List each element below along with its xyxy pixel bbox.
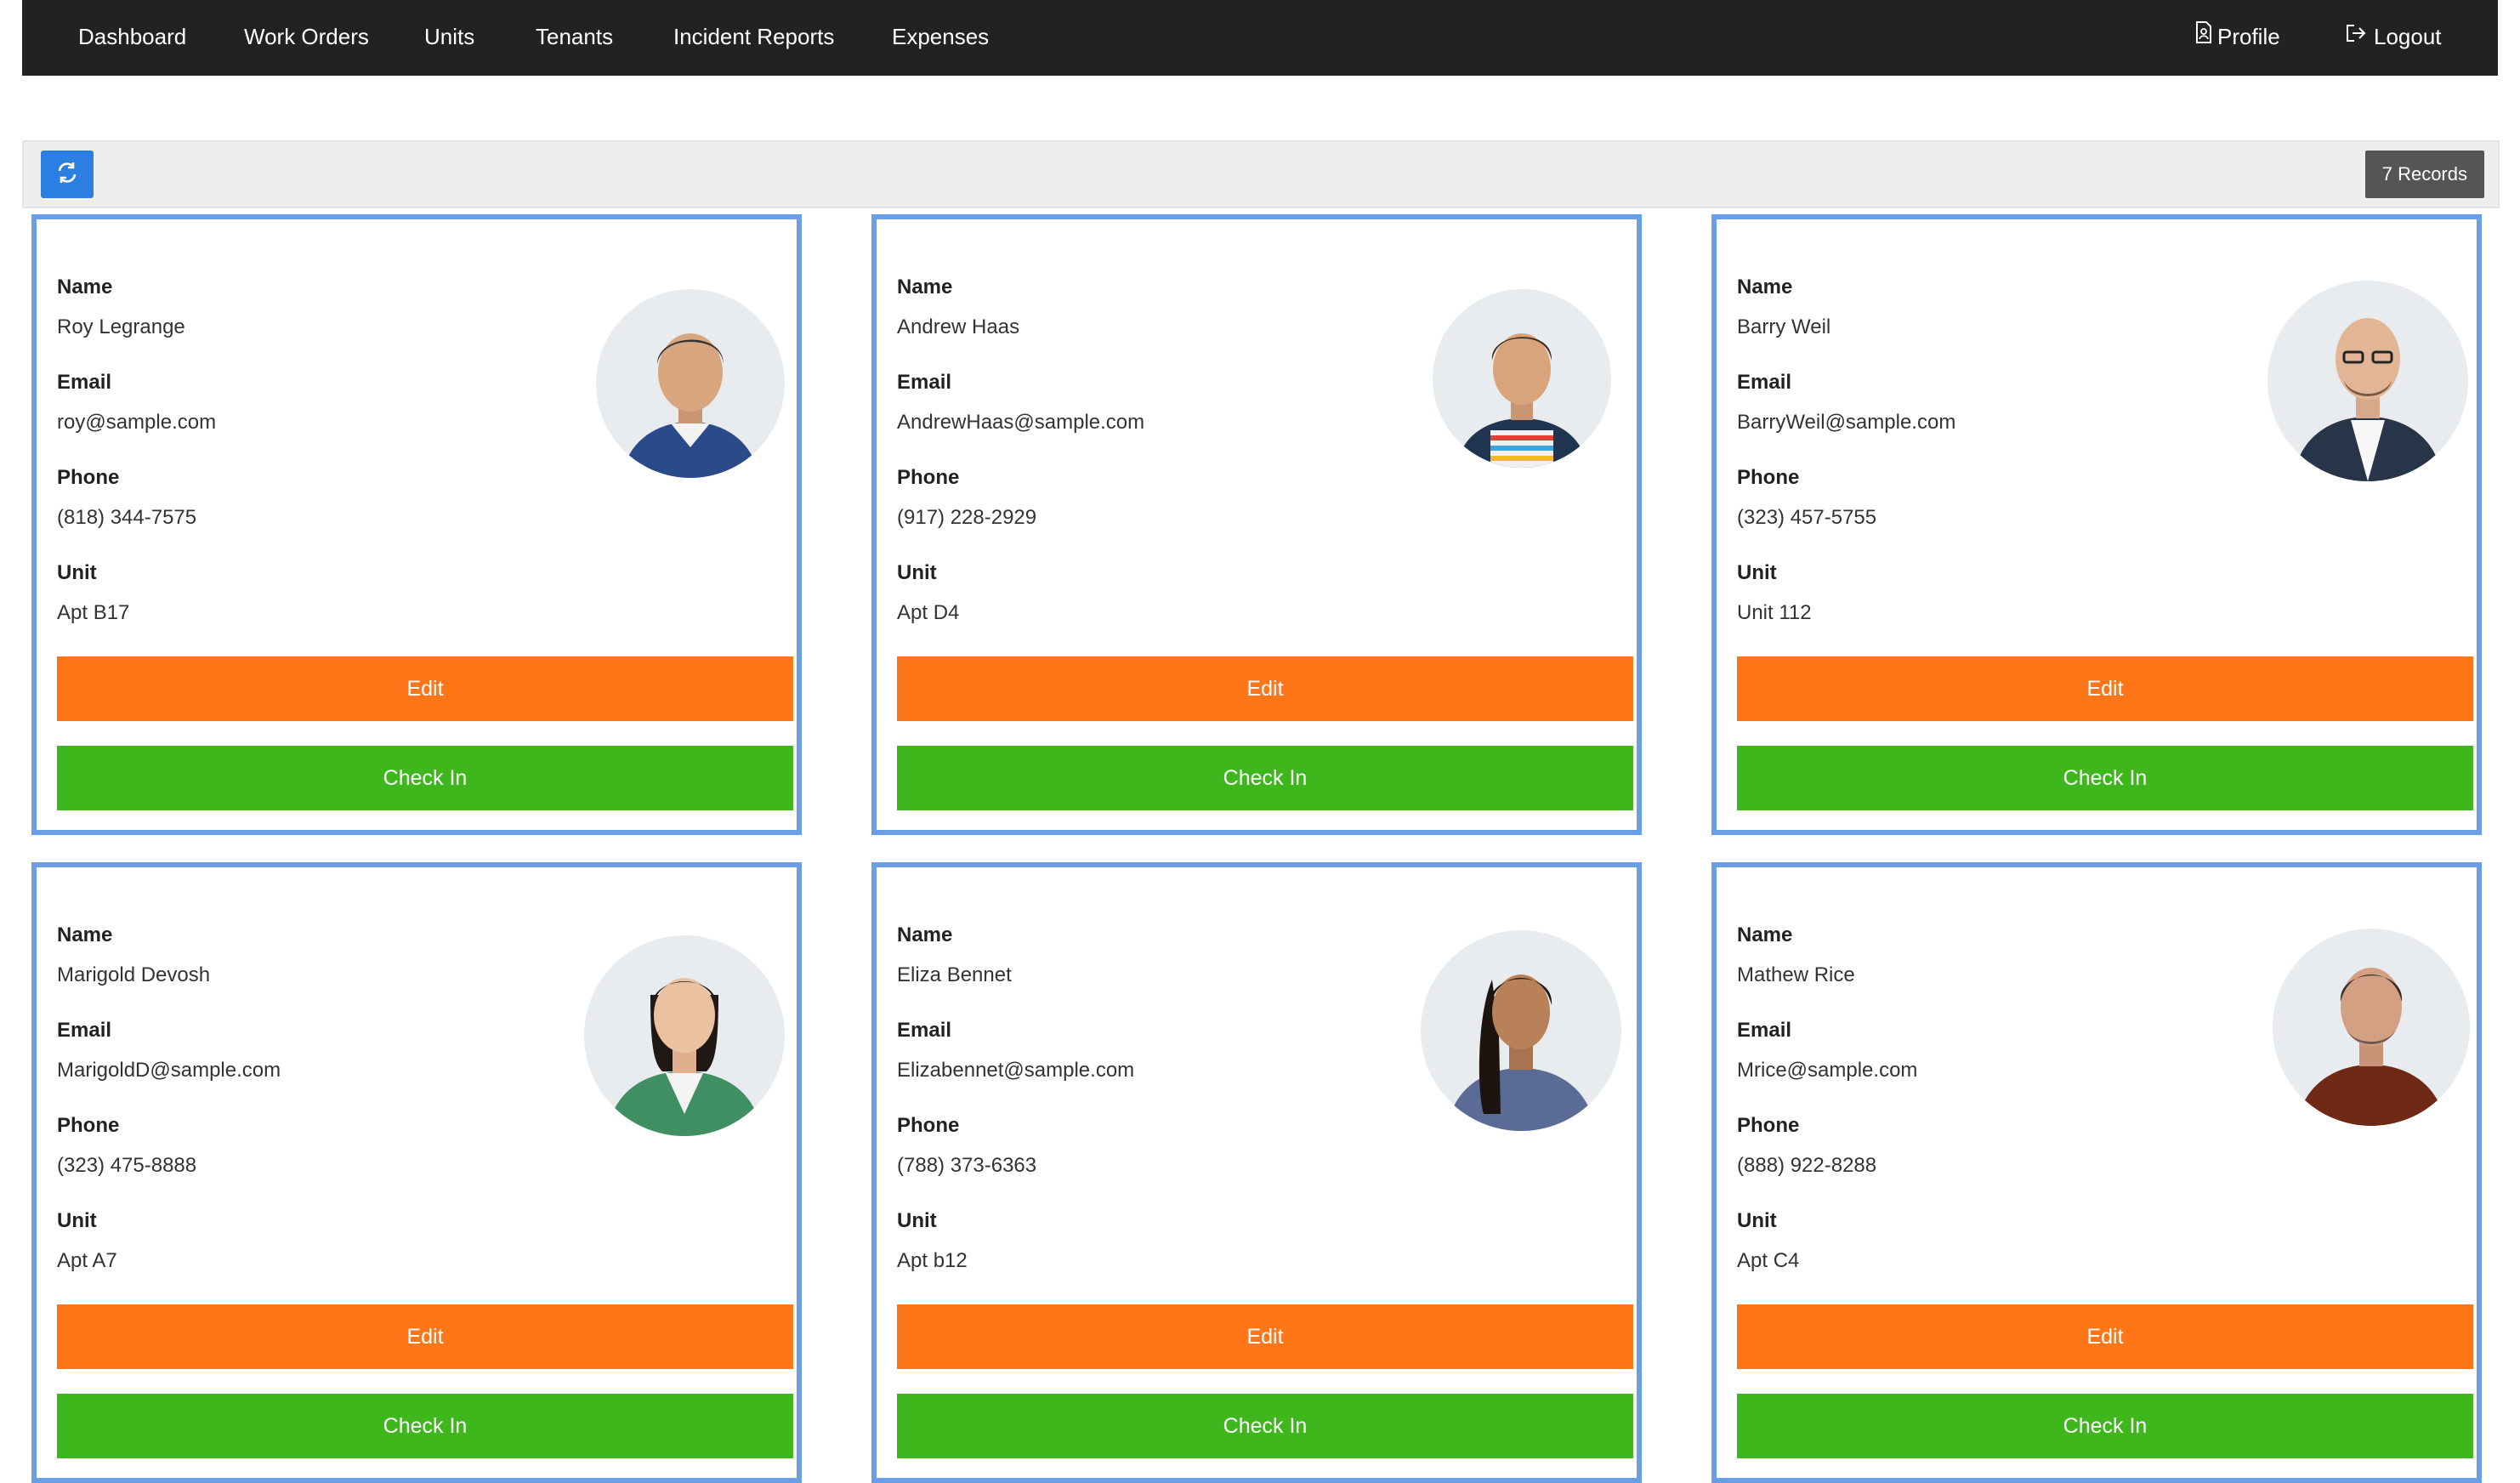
unit-label: Unit	[1737, 561, 1777, 584]
records-count-badge: 7 Records	[2364, 151, 2484, 198]
nav-incident-reports[interactable]: Incident Reports	[673, 0, 834, 76]
tenant-name: Mathew Rice	[1737, 963, 1855, 986]
check-in-button[interactable]: Check In	[57, 746, 793, 810]
phone-label: Phone	[1737, 1114, 1800, 1137]
records-toolbar: 7 Records	[22, 140, 2500, 208]
nav-tenants[interactable]: Tenants	[536, 0, 613, 76]
tenant-card: Name Roy Legrange Email roy@sample.com P…	[31, 214, 802, 835]
refresh-button[interactable]	[41, 151, 94, 198]
email-label: Email	[1737, 371, 1792, 394]
tenant-email: BarryWeil@sample.com	[1737, 411, 1956, 434]
tenant-name: Barry Weil	[1737, 315, 1831, 338]
edit-button[interactable]: Edit	[897, 656, 1633, 721]
edit-button[interactable]: Edit	[1737, 1304, 2473, 1369]
nav-expenses[interactable]: Expenses	[892, 0, 989, 76]
nav-units[interactable]: Units	[424, 0, 474, 76]
refresh-icon	[54, 160, 80, 190]
tenant-phone: (888) 922-8288	[1737, 1154, 1877, 1177]
profile-label: Profile	[2217, 24, 2280, 49]
tenant-unit: Apt A7	[57, 1249, 117, 1272]
check-in-button[interactable]: Check In	[57, 1394, 793, 1458]
tenant-avatar	[596, 289, 785, 478]
edit-button[interactable]: Edit	[1737, 656, 2473, 721]
tenant-email: AndrewHaas@sample.com	[897, 411, 1145, 434]
email-label: Email	[57, 1019, 112, 1042]
tenant-name: Eliza Bennet	[897, 963, 1012, 986]
phone-label: Phone	[57, 466, 120, 489]
tenant-unit: Apt D4	[897, 601, 960, 624]
email-label: Email	[897, 371, 952, 394]
phone-label: Phone	[897, 1114, 960, 1137]
edit-button[interactable]: Edit	[897, 1304, 1633, 1369]
tenant-phone: (323) 475-8888	[57, 1154, 197, 1177]
profile-document-icon	[2195, 0, 2212, 72]
tenant-email: Mrice@sample.com	[1737, 1059, 1918, 1082]
unit-label: Unit	[897, 1209, 937, 1232]
name-label: Name	[1737, 923, 1793, 946]
tenant-email: MarigoldD@sample.com	[57, 1059, 281, 1082]
tenant-card: Name Andrew Haas Email AndrewHaas@sample…	[871, 214, 1642, 835]
name-label: Name	[57, 923, 113, 946]
phone-label: Phone	[1737, 466, 1800, 489]
unit-label: Unit	[1737, 1209, 1777, 1232]
tenant-unit: Apt B17	[57, 601, 130, 624]
tenant-card: Name Mathew Rice Email Mrice@sample.com …	[1711, 862, 2482, 1483]
email-label: Email	[1737, 1019, 1792, 1042]
check-in-button[interactable]: Check In	[897, 1394, 1633, 1458]
edit-button[interactable]: Edit	[57, 656, 793, 721]
profile-link[interactable]: Profile	[2195, 0, 2280, 76]
tenant-unit: Unit 112	[1737, 601, 1812, 624]
tenant-phone: (788) 373-6363	[897, 1154, 1037, 1177]
tenant-name: Marigold Devosh	[57, 963, 211, 986]
tenant-email: roy@sample.com	[57, 411, 217, 434]
tenant-card: Name Eliza Bennet Email Elizabennet@samp…	[871, 862, 1642, 1483]
tenant-email: Elizabennet@sample.com	[897, 1059, 1135, 1082]
logout-label: Logout	[2374, 24, 2442, 49]
tenant-card: Name Barry Weil Email BarryWeil@sample.c…	[1711, 214, 2482, 835]
unit-label: Unit	[897, 561, 937, 584]
email-label: Email	[897, 1019, 952, 1042]
tenant-phone: (818) 344-7575	[57, 506, 197, 529]
tenant-avatar	[2267, 281, 2468, 481]
logout-link[interactable]: Logout	[2345, 0, 2442, 76]
tenant-unit: Apt C4	[1737, 1249, 1800, 1272]
tenant-phone: (917) 228-2929	[897, 506, 1037, 529]
tenant-unit: Apt b12	[897, 1249, 968, 1272]
name-label: Name	[897, 923, 953, 946]
tenant-avatar	[584, 935, 785, 1136]
nav-work-orders[interactable]: Work Orders	[244, 0, 369, 76]
name-label: Name	[897, 276, 953, 298]
tenant-name: Andrew Haas	[897, 315, 1020, 338]
email-label: Email	[57, 371, 112, 394]
tenant-avatar	[2273, 929, 2470, 1126]
tenant-avatar	[1433, 289, 1611, 468]
unit-label: Unit	[57, 561, 97, 584]
tenant-phone: (323) 457-5755	[1737, 506, 1877, 529]
check-in-button[interactable]: Check In	[897, 746, 1633, 810]
tenant-avatar	[1421, 930, 1621, 1131]
nav-dashboard[interactable]: Dashboard	[78, 0, 186, 76]
logout-icon	[2345, 0, 2369, 72]
edit-button[interactable]: Edit	[57, 1304, 793, 1369]
check-in-button[interactable]: Check In	[1737, 746, 2473, 810]
top-navbar: Dashboard Work Orders Units Tenants Inci…	[22, 0, 2498, 76]
check-in-button[interactable]: Check In	[1737, 1394, 2473, 1458]
tenant-name: Roy Legrange	[57, 315, 185, 338]
phone-label: Phone	[897, 466, 960, 489]
phone-label: Phone	[57, 1114, 120, 1137]
unit-label: Unit	[57, 1209, 97, 1232]
name-label: Name	[57, 276, 113, 298]
name-label: Name	[1737, 276, 1793, 298]
tenant-card: Name Marigold Devosh Email MarigoldD@sam…	[31, 862, 802, 1483]
